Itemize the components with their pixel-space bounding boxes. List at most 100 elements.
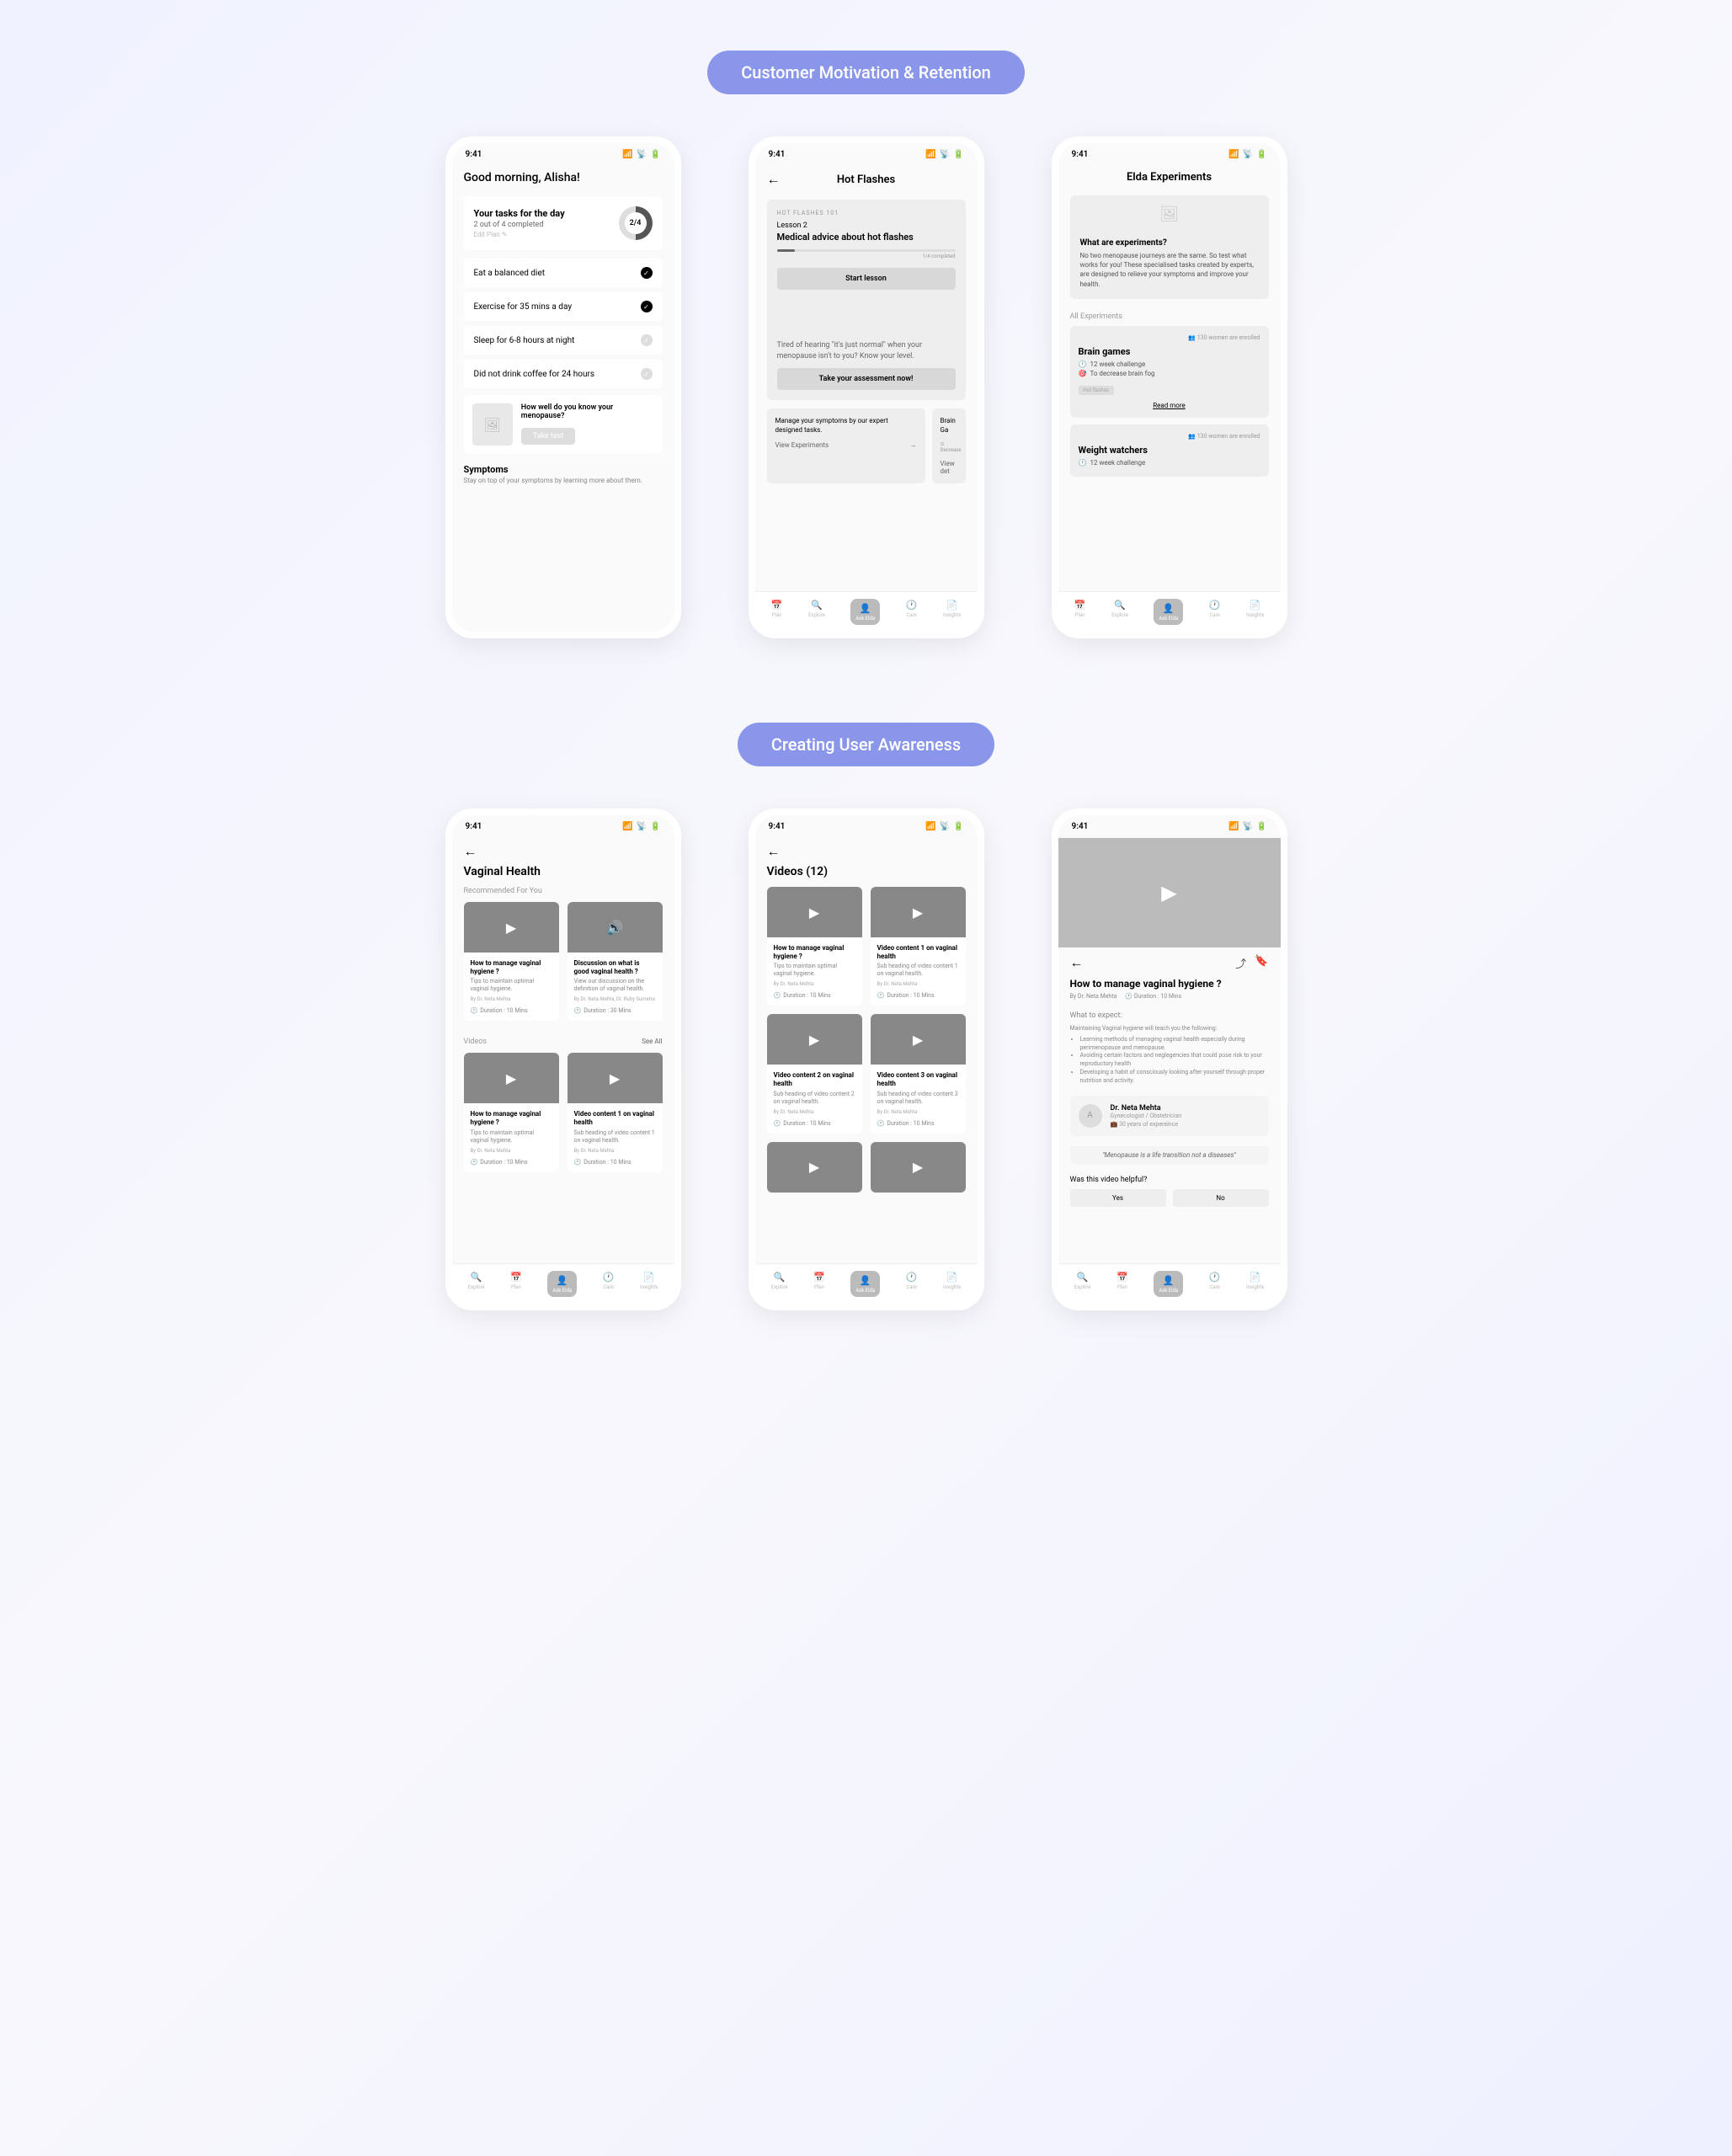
nav-plan[interactable]: 📅Plan xyxy=(813,1271,825,1297)
video-card[interactable]: ▶Video content 1 on vaginal healthSub he… xyxy=(568,1053,663,1171)
document-icon: 📄 xyxy=(1250,1271,1261,1283)
exp-card-text: Brain Ga xyxy=(941,417,957,435)
clock-icon: 🕐 xyxy=(774,992,781,999)
task-item[interactable]: Sleep for 6-8 hours at night✓ xyxy=(464,326,663,355)
edit-plan-link[interactable]: Edit Plan ✎ xyxy=(474,231,565,238)
no-button[interactable]: No xyxy=(1173,1189,1269,1207)
nav-care[interactable]: 🕐Care xyxy=(1209,1271,1221,1297)
nav-explore[interactable]: 🔍Explore xyxy=(771,1271,788,1297)
nav-explore[interactable]: 🔍Explore xyxy=(1111,599,1128,625)
experiment-goal: 🎯To decrease brain fog xyxy=(1079,370,1260,377)
back-button[interactable]: ← xyxy=(1070,954,1084,971)
bookmark-icon[interactable]: 🔖 xyxy=(1255,955,1268,971)
battery-icon: 🔋 xyxy=(953,150,963,159)
video-card[interactable]: ▶Video content 1 on vaginal healthSub he… xyxy=(871,887,966,1006)
section-title-1: Customer Motivation & Retention xyxy=(707,51,1025,94)
nav-care[interactable]: 🕐Care xyxy=(603,1271,615,1297)
video-card[interactable]: 🔊Discussion on what is good vaginal heal… xyxy=(568,902,663,1021)
task-label: Eat a balanced diet xyxy=(474,269,546,278)
nav-care[interactable]: 🕐Care xyxy=(906,599,918,625)
nav-insights[interactable]: 📄Insights xyxy=(640,1271,658,1297)
nav-plan[interactable]: 📅Plan xyxy=(1116,1271,1128,1297)
assessment-button[interactable]: Take your assessment now! xyxy=(777,368,956,390)
nav-insights[interactable]: 📄Insights xyxy=(1246,1271,1264,1297)
bottom-nav: 🔍Explore 📅Plan 👤Ask Elda 🕐Care 📄Insights xyxy=(452,1263,674,1304)
clock-icon: 🕐 xyxy=(877,992,885,999)
experiment-tag: Hot flashes xyxy=(1079,386,1115,395)
view-experiments-link[interactable]: View Experiments→ xyxy=(775,441,917,449)
phone-vaginal-health: 9:41📶📡🔋 ← Vaginal Health Recommended For… xyxy=(445,808,681,1310)
person-icon: 👤 xyxy=(557,1274,568,1286)
nav-ask-elda[interactable]: 👤Ask Elda xyxy=(1154,1271,1183,1297)
video-hero[interactable]: ▶ xyxy=(1058,838,1281,947)
experiment-name: Brain games xyxy=(1079,346,1260,357)
signal-icon: 📶 xyxy=(925,150,935,159)
nav-plan[interactable]: 📅Plan xyxy=(771,599,783,625)
nav-plan[interactable]: 📅Plan xyxy=(510,1271,522,1297)
symptoms-desc: Stay on top of your symptoms by learning… xyxy=(464,477,663,484)
play-icon: ▶ xyxy=(568,1053,663,1103)
read-more-link[interactable]: Read more xyxy=(1079,402,1260,409)
take-test-button[interactable]: Take test xyxy=(521,428,576,445)
person-icon: 👤 xyxy=(860,602,871,614)
nav-plan[interactable]: 📅Plan xyxy=(1074,599,1086,625)
nav-care[interactable]: 🕐Care xyxy=(906,1271,918,1297)
expect-item: Avoiding certain factors and neglegencie… xyxy=(1080,1052,1269,1069)
video-duration: 🕐Duration : 10 Mins xyxy=(877,1120,959,1127)
experiment-card-partial[interactable]: Brain Ga⊙ DecreaseView det xyxy=(932,408,966,483)
wifi-icon: 📡 xyxy=(637,822,647,831)
video-card[interactable]: ▶How to manage vaginal hygiene ?Tips to … xyxy=(767,887,862,1006)
video-desc: Sub heading of video content 2 on vagina… xyxy=(774,1091,855,1106)
task-label: Exercise for 35 mins a day xyxy=(474,302,573,312)
calendar-icon: 📅 xyxy=(813,1271,825,1283)
arrow-right-icon: → xyxy=(910,441,917,449)
video-author: By Dr. Neta Mehta xyxy=(1070,993,1117,1000)
nav-explore[interactable]: 🔍Explore xyxy=(808,599,825,625)
video-card[interactable]: ▶Video content 2 on vaginal healthSub he… xyxy=(767,1014,862,1133)
yes-button[interactable]: Yes xyxy=(1070,1189,1166,1207)
nav-ask-elda[interactable]: 👤Ask Elda xyxy=(547,1271,577,1297)
video-title: Video content 1 on vaginal health xyxy=(877,944,959,960)
search-icon: 🔍 xyxy=(1114,599,1126,611)
task-item[interactable]: Exercise for 35 mins a day✓ xyxy=(464,292,663,321)
info-question: What are experiments? xyxy=(1080,238,1259,248)
video-detail-title: How to manage vaginal hygiene ? xyxy=(1070,978,1269,990)
video-card[interactable]: ▶ xyxy=(871,1142,966,1193)
all-experiments-label: All Experiments xyxy=(1070,312,1269,321)
video-duration: 🕐Duration : 10 Mins xyxy=(574,1159,656,1166)
nav-care[interactable]: 🕐Care xyxy=(1209,599,1221,625)
task-item[interactable]: Did not drink coffee for 24 hours✓ xyxy=(464,360,663,388)
experiment-item[interactable]: 👥 130 women are enrolled Weight watchers… xyxy=(1070,424,1269,477)
tasks-sub: 2 out of 4 completed xyxy=(474,221,565,229)
back-button[interactable]: ← xyxy=(464,843,477,860)
view-detail-link[interactable]: View det xyxy=(941,460,957,475)
task-item[interactable]: Eat a balanced diet✓ xyxy=(464,259,663,287)
back-button[interactable]: ← xyxy=(767,843,781,860)
see-all-link[interactable]: See All xyxy=(642,1038,662,1045)
nav-ask-elda[interactable]: 👤Ask Elda xyxy=(850,599,880,625)
nav-insights[interactable]: 📄Insights xyxy=(1246,599,1264,625)
experiment-card[interactable]: Manage your symptoms by our expert desig… xyxy=(767,408,925,483)
back-button[interactable]: ← xyxy=(767,171,781,188)
expect-item: Learning methods of managing vaginal hea… xyxy=(1080,1036,1269,1053)
check-pending-icon: ✓ xyxy=(641,334,653,346)
video-desc: Tips to maintain optimal vaginal hygiene… xyxy=(471,978,552,993)
nav-ask-elda[interactable]: 👤Ask Elda xyxy=(1154,599,1183,625)
clock-icon: 🕐 xyxy=(906,1271,918,1283)
play-icon: ▶ xyxy=(767,1142,862,1193)
video-card[interactable]: ▶Video content 3 on vaginal healthSub he… xyxy=(871,1014,966,1133)
video-card[interactable]: ▶How to manage vaginal hygiene ?Tips to … xyxy=(464,1053,559,1171)
video-card[interactable]: ▶ xyxy=(767,1142,862,1193)
video-title: How to manage vaginal hygiene ? xyxy=(471,959,552,975)
share-icon[interactable]: ⤴ xyxy=(1235,955,1246,971)
nav-insights[interactable]: 📄Insights xyxy=(943,599,961,625)
video-duration: 🕐Duration : 10 Mins xyxy=(774,1120,855,1127)
search-icon: 🔍 xyxy=(471,1271,482,1283)
nav-explore[interactable]: 🔍Explore xyxy=(468,1271,485,1297)
video-card[interactable]: ▶How to manage vaginal hygiene ?Tips to … xyxy=(464,902,559,1021)
nav-explore[interactable]: 🔍Explore xyxy=(1074,1271,1091,1297)
nav-insights[interactable]: 📄Insights xyxy=(943,1271,961,1297)
start-lesson-button[interactable]: Start lesson xyxy=(777,268,956,290)
experiment-item[interactable]: 👥 130 women are enrolled Brain games 🕐12… xyxy=(1070,326,1269,418)
nav-ask-elda[interactable]: 👤Ask Elda xyxy=(850,1271,880,1297)
